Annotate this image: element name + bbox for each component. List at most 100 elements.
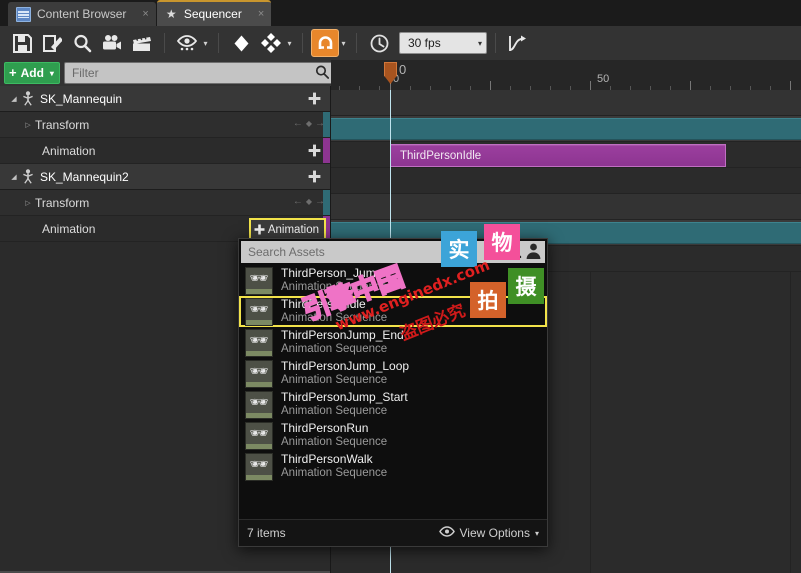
keyframe-button[interactable] bbox=[227, 29, 255, 57]
track-label: Transform bbox=[35, 195, 90, 210]
movie-camera-button[interactable] bbox=[98, 29, 126, 57]
timeline-row-object[interactable] bbox=[331, 90, 801, 116]
asset-list-item[interactable]: 🕶 ThirdPersonJump_Loop Animation Sequenc… bbox=[239, 358, 547, 389]
curve-editor-button[interactable] bbox=[504, 29, 532, 57]
track-color-strip bbox=[323, 138, 330, 163]
animation-asset-picker: Search Assets 🕶 ThirdPerson_Jump Animati… bbox=[238, 238, 548, 547]
eye-icon bbox=[438, 526, 455, 540]
asset-name: ThirdPersonJump_End bbox=[281, 327, 404, 342]
timeline-row-animation[interactable]: ThirdPersonIdle bbox=[331, 142, 801, 168]
close-icon[interactable]: × bbox=[258, 8, 264, 20]
chevron-down-icon: ▾ bbox=[477, 38, 482, 48]
asset-picker-footer: 7 items View Options ▾ bbox=[239, 519, 547, 546]
show-flags-combo[interactable]: ▾ bbox=[173, 29, 210, 57]
framerate-value: 30 fps bbox=[408, 36, 441, 50]
expander-icon[interactable]: ▷ bbox=[21, 199, 35, 207]
asset-list-item[interactable]: 🕶 ThirdPersonJump_End Animation Sequence bbox=[239, 327, 547, 358]
asset-thumbnail: 🕶 bbox=[245, 390, 273, 419]
filter-input[interactable]: Filter bbox=[63, 62, 334, 84]
track-label: Animation bbox=[42, 143, 96, 158]
asset-type: Animation Sequence bbox=[281, 404, 388, 417]
asset-list-item[interactable]: 🕶 ThirdPersonJump_Start Animation Sequen… bbox=[239, 389, 547, 420]
skeletal-mesh-icon bbox=[21, 91, 35, 106]
add-button-label: Add bbox=[20, 66, 44, 80]
track-color-strip bbox=[323, 190, 330, 215]
plus-icon: + bbox=[9, 65, 17, 80]
asset-type: Animation Sequence bbox=[281, 280, 388, 293]
create-camera-cut-button[interactable] bbox=[38, 29, 66, 57]
track-row-object[interactable]: ◢ SK_Mannequin bbox=[0, 86, 330, 112]
animation-clip[interactable]: ThirdPersonIdle bbox=[390, 144, 726, 167]
track-row-object[interactable]: ◢ SK_Mannequin2 bbox=[0, 164, 330, 190]
expander-icon[interactable]: ◢ bbox=[7, 173, 21, 181]
asset-type: Animation Sequence bbox=[281, 435, 388, 448]
four-diamonds-icon[interactable] bbox=[257, 29, 285, 57]
magnifier-icon bbox=[315, 65, 330, 82]
track-row-transform[interactable]: ▷ Transform ← ◆ → bbox=[0, 112, 330, 138]
add-track-plus-icon[interactable] bbox=[307, 169, 321, 183]
track-row-animation[interactable]: Animation bbox=[0, 138, 330, 164]
asset-list-item[interactable]: 🕶 ThirdPersonWalk Animation Sequence bbox=[239, 451, 547, 482]
tab-sequencer[interactable]: ★ Sequencer × bbox=[156, 0, 272, 26]
time-settings-button[interactable] bbox=[365, 29, 393, 57]
sequencer-toolbar: ▾ ▾ ▾ 30 fps ▾ bbox=[0, 26, 801, 61]
chevron-down-icon[interactable]: ▾ bbox=[201, 29, 210, 57]
add-track-button[interactable]: + Add ▾ bbox=[4, 62, 60, 84]
asset-name: ThirdPersonJump_Start bbox=[281, 389, 408, 404]
expander-icon[interactable]: ◢ bbox=[7, 95, 21, 103]
chevron-down-icon: ▾ bbox=[534, 528, 539, 538]
add-key-icon[interactable]: ◆ bbox=[306, 119, 312, 128]
content-browser-icon bbox=[16, 6, 31, 22]
time-ruler[interactable]: 0 0 50 bbox=[331, 60, 801, 91]
timeline-row-transform[interactable] bbox=[331, 116, 801, 142]
asset-thumbnail: 🕶 bbox=[245, 266, 273, 295]
timeline-row-object[interactable] bbox=[331, 194, 801, 220]
prev-key-icon[interactable]: ← bbox=[293, 196, 303, 207]
toolbar-divider bbox=[495, 33, 496, 53]
add-track-plus-icon[interactable] bbox=[307, 91, 321, 105]
eye-icon[interactable] bbox=[173, 29, 201, 57]
keyframe-nav[interactable]: ← ◆ → bbox=[293, 118, 325, 129]
chevron-down-icon[interactable]: ▾ bbox=[339, 29, 348, 57]
asset-thumbnail: 🕶 bbox=[245, 421, 273, 450]
asset-list-item[interactable]: 🕶 ThirdPersonRun Animation Sequence bbox=[239, 420, 547, 451]
snapping-combo[interactable]: ▾ bbox=[311, 29, 348, 57]
tab-content-browser[interactable]: Content Browser × bbox=[8, 2, 156, 26]
transform-section-bar[interactable] bbox=[331, 118, 801, 140]
track-label: Transform bbox=[35, 117, 90, 132]
add-key-icon[interactable]: ◆ bbox=[306, 197, 312, 206]
asset-name: ThirdPersonJump_Loop bbox=[281, 358, 410, 373]
animation-clip-label: ThirdPersonIdle bbox=[400, 149, 482, 162]
timeline-row-spacer bbox=[331, 168, 801, 194]
track-row-transform[interactable]: ▷ Transform ← ◆ → bbox=[0, 190, 330, 216]
toolbar-divider bbox=[302, 33, 303, 53]
magnifier-icon[interactable] bbox=[505, 242, 522, 262]
view-options-button[interactable]: View Options ▾ bbox=[438, 526, 539, 540]
item-count: 7 items bbox=[247, 526, 286, 540]
search-assets-input[interactable]: Search Assets bbox=[241, 245, 505, 259]
close-icon[interactable]: × bbox=[142, 8, 148, 20]
playhead-frame-label: 0 bbox=[399, 62, 407, 77]
asset-list[interactable]: 🕶 ThirdPerson_Jump Animation Sequence 🕶 … bbox=[239, 265, 547, 520]
magnet-icon[interactable] bbox=[311, 29, 339, 57]
tab-bar: Content Browser × ★ Sequencer × bbox=[0, 0, 801, 27]
asset-list-item[interactable]: 🕶 ThirdPerson_Jump Animation Sequence bbox=[239, 265, 547, 296]
asset-type: Animation Sequence bbox=[281, 466, 388, 479]
tab-label: Content Browser bbox=[37, 7, 127, 21]
prev-key-icon[interactable]: ← bbox=[293, 118, 303, 129]
asset-type: Animation Sequence bbox=[281, 342, 388, 355]
chevron-down-icon[interactable]: ▾ bbox=[285, 29, 294, 57]
asset-name: ThirdPersonRun bbox=[281, 420, 369, 435]
find-button[interactable] bbox=[68, 29, 96, 57]
framerate-select[interactable]: 30 fps ▾ bbox=[399, 32, 487, 54]
sequencer-icon: ★ bbox=[165, 6, 177, 21]
keyframe-nav[interactable]: ← ◆ → bbox=[293, 196, 325, 207]
clapperboard-button[interactable] bbox=[128, 29, 156, 57]
search-assets-row[interactable]: Search Assets bbox=[241, 241, 545, 263]
asset-list-item-selected[interactable]: 🕶 ThirdPersonIdle Animation Sequence bbox=[239, 296, 547, 327]
add-track-plus-icon[interactable] bbox=[307, 143, 321, 157]
keyframe-options-combo[interactable]: ▾ bbox=[257, 29, 294, 57]
expander-icon[interactable]: ▷ bbox=[21, 121, 35, 129]
save-button[interactable] bbox=[8, 29, 36, 57]
user-icon[interactable] bbox=[525, 242, 542, 262]
